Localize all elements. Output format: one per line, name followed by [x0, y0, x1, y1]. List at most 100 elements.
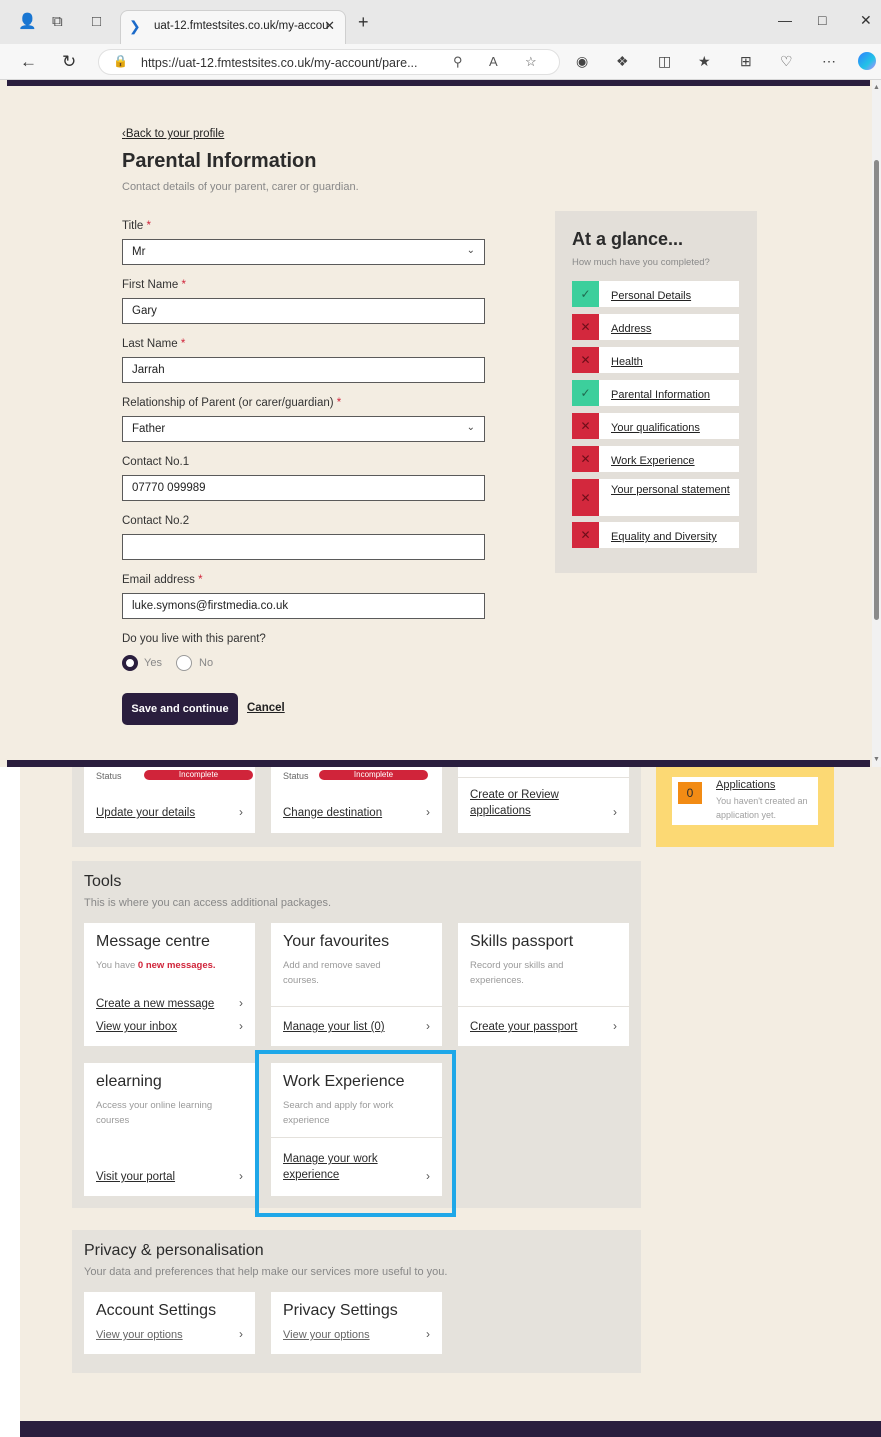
- card-divider: [271, 1006, 442, 1007]
- glance-item-qualifications[interactable]: ✕ Your qualifications: [572, 413, 739, 439]
- no-radio[interactable]: [176, 655, 192, 671]
- glance-item-parental-information[interactable]: ✓ Parental Information: [572, 380, 739, 406]
- save-and-continue-button[interactable]: Save and continue: [122, 693, 238, 725]
- page-title: Parental Information: [122, 150, 317, 172]
- maximize-icon[interactable]: □: [818, 12, 826, 28]
- favorite-star-icon[interactable]: ☆: [525, 54, 537, 70]
- glance-subtitle: How much have you completed?: [572, 257, 710, 268]
- glance-item-label[interactable]: Address: [611, 322, 735, 336]
- more-menu-icon[interactable]: ⋯: [822, 53, 836, 70]
- tools-description: This is where you can access additional …: [84, 897, 332, 909]
- account-view-options-link[interactable]: View your options: [96, 1327, 183, 1343]
- update-details-link[interactable]: Update your details: [96, 805, 195, 821]
- chevron-right-icon[interactable]: ›: [426, 1327, 430, 1341]
- chevron-right-icon[interactable]: ›: [613, 805, 617, 819]
- glance-item-label[interactable]: Your personal statement: [611, 483, 735, 497]
- glance-title: At a glance...: [572, 229, 684, 249]
- glance-item-address[interactable]: ✕ Address: [572, 314, 739, 340]
- email-input[interactable]: luke.symons@firstmedia.co.uk: [122, 593, 485, 619]
- modal-scrollbar[interactable]: ▲ ▼: [872, 80, 881, 767]
- glance-item-label[interactable]: Your qualifications: [611, 421, 735, 435]
- glance-item-personal-statement[interactable]: ✕ Your personal statement: [572, 479, 739, 516]
- chevron-right-icon[interactable]: ›: [426, 1019, 430, 1033]
- applications-summary-card[interactable]: 0 Applications You haven't created an ap…: [672, 777, 818, 825]
- title-label: Title *: [122, 220, 151, 232]
- glance-item-personal-details[interactable]: ✓ Personal Details: [572, 281, 739, 307]
- window-close-icon[interactable]: ✕: [860, 12, 872, 29]
- first-name-input[interactable]: Gary: [122, 298, 485, 324]
- back-to-profile-link[interactable]: ‹Back to your profile: [122, 128, 224, 140]
- collections-icon[interactable]: ⊞: [740, 53, 752, 70]
- applications-count-badge: 0: [678, 782, 702, 804]
- details-card: Status Incomplete Update your details ›: [84, 767, 255, 833]
- tab-close-icon[interactable]: ✕: [324, 18, 335, 34]
- visit-portal-link[interactable]: Visit your portal: [96, 1169, 175, 1185]
- applications-link[interactable]: Applications: [716, 779, 775, 791]
- zoom-icon[interactable]: ⚲: [453, 54, 463, 70]
- change-destination-link[interactable]: Change destination: [283, 805, 382, 821]
- check-icon: ✓: [572, 281, 599, 307]
- cross-icon: ✕: [572, 522, 599, 548]
- privacy-view-options-link[interactable]: View your options: [283, 1327, 370, 1343]
- extensions-puzzle-icon[interactable]: ❖: [616, 53, 629, 70]
- cross-icon: ✕: [572, 314, 599, 340]
- back-arrow-icon[interactable]: ←: [20, 52, 37, 72]
- tab-actions-icon[interactable]: □: [92, 14, 101, 30]
- address-bar: ← ↻ 🔒 https://uat-12.fmtestsites.co.uk/m…: [0, 44, 881, 80]
- privacy-description: Your data and preferences that help make…: [84, 1266, 448, 1278]
- browser-tab[interactable]: ❯ uat-12.fmtestsites.co.uk/my-accou ✕: [120, 10, 346, 44]
- create-passport-link[interactable]: Create your passport: [470, 1019, 577, 1035]
- yes-radio[interactable]: [122, 655, 138, 671]
- cross-icon: ✕: [572, 479, 599, 516]
- chevron-right-icon[interactable]: ›: [239, 1019, 243, 1033]
- glance-item-work-experience[interactable]: ✕ Work Experience: [572, 446, 739, 472]
- extension-icon[interactable]: ◉: [576, 53, 588, 70]
- lock-icon[interactable]: 🔒: [113, 54, 128, 68]
- no-radio-label[interactable]: No: [199, 657, 213, 669]
- chevron-right-icon[interactable]: ›: [239, 1327, 243, 1341]
- chevron-right-icon[interactable]: ›: [426, 805, 430, 819]
- tools-title: Tools: [84, 873, 122, 890]
- view-inbox-link[interactable]: View your inbox: [96, 1019, 177, 1035]
- glance-item-label[interactable]: Health: [611, 355, 735, 369]
- manage-list-link[interactable]: Manage your list (0): [283, 1019, 385, 1035]
- status-badge: Incomplete: [319, 770, 428, 780]
- create-review-applications-link[interactable]: Create or Review applications: [470, 787, 580, 819]
- title-select[interactable]: Mr ⌄: [122, 239, 485, 265]
- chevron-right-icon[interactable]: ›: [239, 996, 243, 1010]
- glance-item-equality-diversity[interactable]: ✕ Equality and Diversity: [572, 522, 739, 548]
- contact2-input[interactable]: [122, 534, 485, 560]
- new-tab-icon[interactable]: +: [358, 12, 369, 33]
- minimize-icon[interactable]: —: [778, 12, 792, 28]
- contact1-input[interactable]: 07770 099989: [122, 475, 485, 501]
- url-field[interactable]: 🔒 https://uat-12.fmtestsites.co.uk/my-ac…: [98, 49, 560, 75]
- at-a-glance-panel: At a glance... How much have you complet…: [555, 211, 757, 573]
- workspaces-icon[interactable]: ⧉: [52, 14, 63, 30]
- read-aloud-icon[interactable]: A: [489, 54, 498, 69]
- chevron-right-icon[interactable]: ›: [239, 805, 243, 819]
- scrollbar-thumb[interactable]: [874, 160, 879, 620]
- glance-item-health[interactable]: ✕ Health: [572, 347, 739, 373]
- glance-item-label[interactable]: Equality and Diversity: [611, 530, 735, 544]
- split-screen-icon[interactable]: ◫: [658, 53, 671, 70]
- last-name-input[interactable]: Jarrah: [122, 357, 485, 383]
- scroll-up-icon[interactable]: ▲: [873, 84, 880, 91]
- chevron-right-icon[interactable]: ›: [239, 1169, 243, 1183]
- copilot-icon[interactable]: [858, 52, 876, 70]
- elearning-title: elearning: [96, 1073, 162, 1090]
- cancel-link[interactable]: Cancel: [247, 702, 285, 714]
- yes-radio-label[interactable]: Yes: [144, 657, 162, 669]
- favorites-icon[interactable]: ★: [698, 53, 711, 70]
- glance-item-label[interactable]: Work Experience: [611, 454, 735, 468]
- relationship-select[interactable]: Father ⌄: [122, 416, 485, 442]
- message-centre-card: Message centre You have 0 new messages. …: [84, 923, 255, 1046]
- glance-item-label[interactable]: Personal Details: [611, 289, 735, 303]
- create-message-link[interactable]: Create a new message: [96, 996, 214, 1012]
- browser-essentials-icon[interactable]: ♡: [780, 53, 793, 70]
- scroll-down-icon[interactable]: ▼: [873, 756, 880, 763]
- glance-item-label[interactable]: Parental Information: [611, 388, 735, 402]
- chevron-right-icon[interactable]: ›: [613, 1019, 617, 1033]
- refresh-icon[interactable]: ↻: [62, 52, 76, 72]
- profile-icon[interactable]: 👤: [18, 14, 37, 30]
- message-centre-title: Message centre: [96, 933, 210, 950]
